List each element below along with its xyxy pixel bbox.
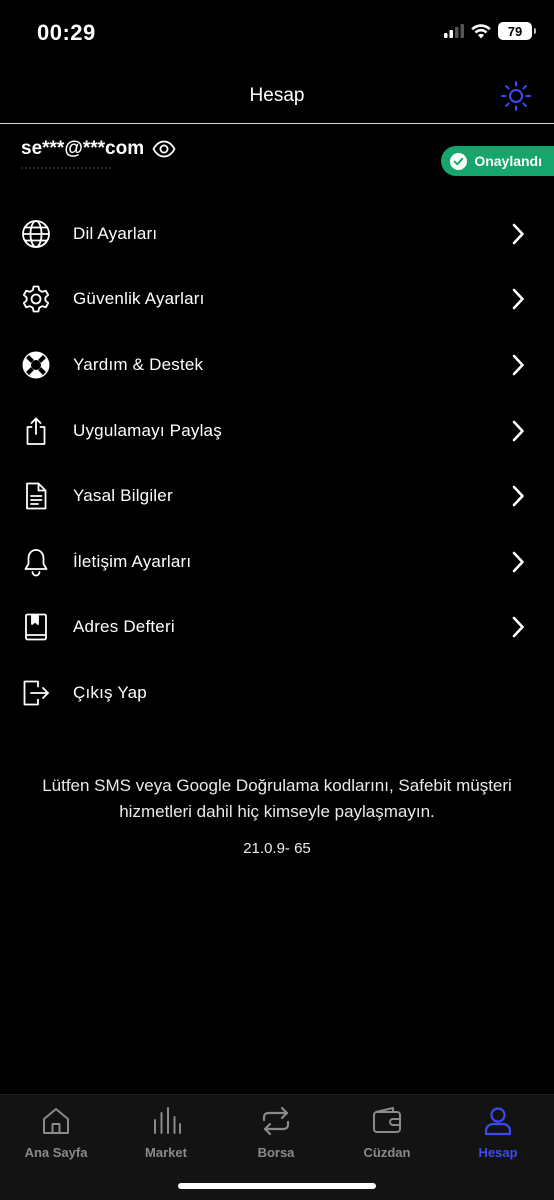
- user-icon: [484, 1107, 512, 1136]
- tab-home[interactable]: Ana Sayfa: [1, 1105, 111, 1160]
- menu-item-label: Uygulamayı Paylaş: [73, 420, 222, 440]
- battery-indicator: 79: [498, 22, 536, 40]
- document-icon: [26, 482, 47, 510]
- lifebuoy-icon: [22, 351, 50, 379]
- bell-icon: [24, 548, 48, 577]
- eye-icon[interactable]: [152, 140, 176, 158]
- menu-item-notifications[interactable]: İletişim Ayarları: [0, 529, 554, 595]
- status-icons: 79: [444, 22, 536, 40]
- settings-menu: Dil Ayarları Güvenlik Ayarları Yardım & …: [0, 201, 554, 726]
- tab-label: Borsa: [257, 1145, 295, 1160]
- account-subtitle: [21, 167, 111, 173]
- menu-item-label: Çıkış Yap: [73, 682, 147, 702]
- share-icon: [26, 417, 46, 445]
- menu-item-label: Dil Ayarları: [73, 223, 158, 243]
- logout-icon: [23, 680, 49, 706]
- tab-label: Cüzdan: [363, 1145, 411, 1160]
- tab-label: Hesap: [478, 1145, 518, 1160]
- status-time: 00:29: [37, 20, 96, 45]
- chevron-right-icon: [512, 485, 524, 507]
- menu-item-logout[interactable]: Çıkış Yap: [0, 660, 554, 726]
- menu-item-address-book[interactable]: Adres Defteri: [0, 595, 554, 661]
- gear-icon: [22, 285, 50, 313]
- account-summary: se***@***com Onaylandı: [0, 124, 554, 184]
- menu-item-label: Güvenlik Ayarları: [73, 289, 205, 309]
- masked-email: se***@***com: [21, 138, 145, 159]
- menu-item-label: Yardım & Destek: [73, 354, 204, 374]
- chevron-right-icon: [512, 354, 524, 376]
- tab-market[interactable]: Market: [111, 1105, 221, 1160]
- check-circle-icon: [450, 152, 468, 170]
- email-row: se***@***com: [21, 138, 176, 160]
- home-indicator: [178, 1183, 376, 1189]
- cellular-signal-icon: [444, 24, 464, 38]
- chevron-right-icon: [512, 289, 524, 310]
- menu-item-share-app[interactable]: Uygulamayı Paylaş: [0, 398, 554, 464]
- tab-label: Ana Sayfa: [24, 1145, 88, 1160]
- menu-item-security[interactable]: Güvenlik Ayarları: [0, 267, 554, 333]
- wallet-icon: [373, 1107, 401, 1133]
- book-icon: [25, 613, 47, 641]
- menu-item-label: İletişim Ayarları: [73, 551, 192, 571]
- status-badge-label: Onaylandı: [474, 153, 542, 169]
- page-title: Hesap: [249, 85, 305, 106]
- tab-exchange[interactable]: Borsa: [221, 1105, 331, 1160]
- status-bar: 00:29 79: [0, 0, 554, 66]
- page-header: Hesap: [0, 66, 554, 124]
- home-icon: [43, 1108, 69, 1134]
- menu-item-label: Yasal Bilgiler: [73, 486, 173, 506]
- menu-item-help[interactable]: Yardım & Destek: [0, 332, 554, 398]
- app-version: 21.0.9- 65: [243, 840, 311, 857]
- sun-icon[interactable]: [500, 80, 532, 112]
- chart-bars-icon: [154, 1107, 181, 1134]
- tab-label: Market: [145, 1145, 187, 1160]
- chevron-right-icon: [512, 420, 524, 441]
- chevron-right-icon: [512, 223, 524, 245]
- chevron-right-icon: [512, 617, 524, 638]
- menu-item-language[interactable]: Dil Ayarları: [0, 201, 554, 267]
- menu-item-label: Adres Defteri: [73, 617, 175, 637]
- tab-wallet[interactable]: Cüzdan: [332, 1105, 442, 1160]
- globe-icon: [22, 219, 50, 248]
- wifi-icon: [471, 23, 491, 38]
- swap-icon: [262, 1106, 290, 1136]
- tab-account[interactable]: Hesap: [443, 1105, 553, 1160]
- chevron-right-icon: [512, 551, 524, 573]
- menu-item-legal[interactable]: Yasal Bilgiler: [0, 463, 554, 529]
- security-warning: Lütfen SMS veya Google Doğrulama kodları…: [42, 776, 512, 821]
- status-badge: Onaylandı: [441, 146, 554, 176]
